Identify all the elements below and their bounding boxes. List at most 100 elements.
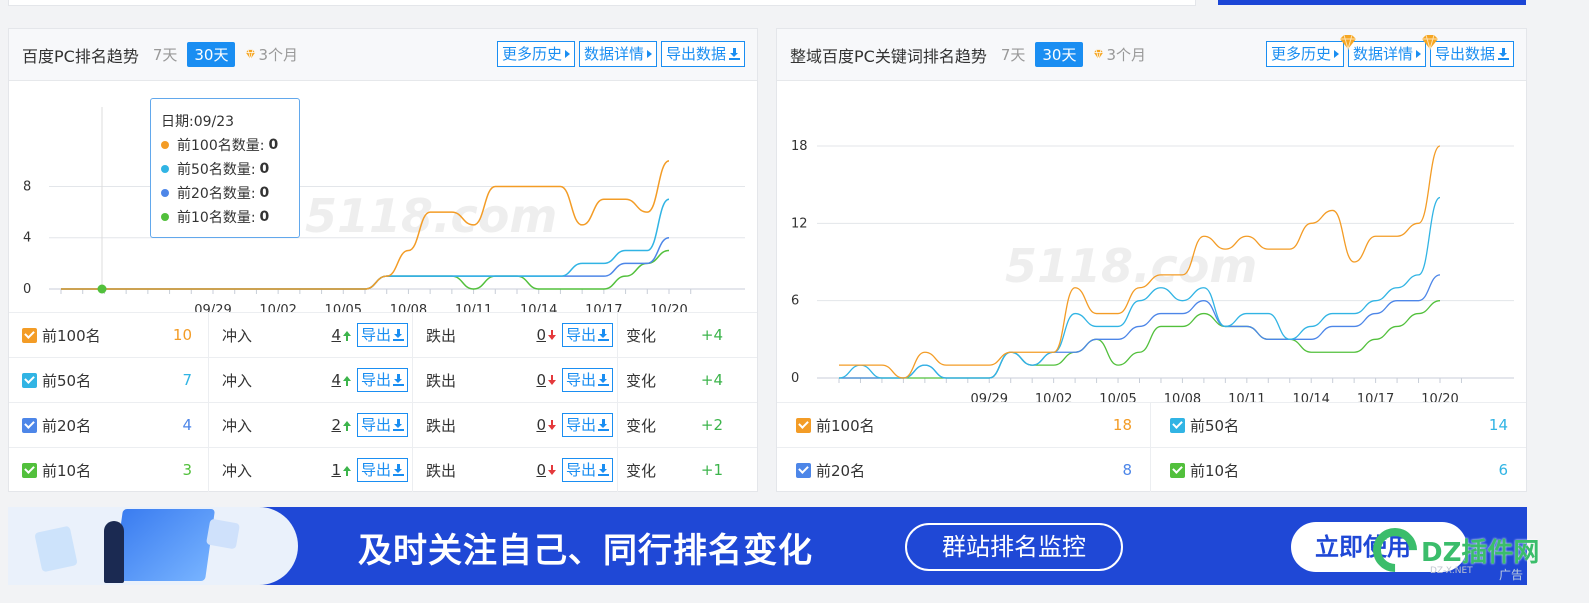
change-value: +2	[700, 416, 723, 434]
in-count-link[interactable]: 1	[331, 461, 341, 479]
in-count-link[interactable]: 4	[331, 371, 341, 389]
arrow-up-icon	[342, 330, 351, 341]
range-7d[interactable]: 7天	[153, 44, 178, 65]
in-label: 冲入	[222, 461, 253, 480]
data-detail-button[interactable]: 数据详情	[1339, 34, 1426, 67]
tooltip-value: 0	[259, 161, 270, 177]
x-tick-label: 10/14	[1292, 392, 1329, 402]
export-in-button[interactable]: 导出	[356, 413, 408, 437]
banner-headline: 及时关注自己、同行排名变化	[358, 531, 813, 571]
checkbox-top100[interactable]	[796, 417, 811, 433]
orange-dot-icon	[161, 141, 169, 149]
checkbox-top10[interactable]	[1170, 462, 1185, 478]
export-label: 导出	[360, 326, 391, 344]
export-label: 导出	[360, 461, 391, 479]
dz-logo-icon	[1363, 518, 1427, 582]
ad-banner[interactable]: 及时关注自己、同行排名变化 群站排名监控 立即使用 广告	[8, 507, 1527, 585]
arrow-up-icon	[342, 465, 351, 476]
chart-tooltip: 日期:09/23 前100名数量: 0 前50名数量: 0 前20名数量: 0 前10…	[150, 98, 300, 238]
export-data-button[interactable]: 导出数据	[660, 41, 745, 67]
out-count-link[interactable]: 0	[536, 326, 546, 344]
banner-deco	[34, 525, 78, 573]
row-label: 前20名	[42, 416, 92, 435]
table-row: 前20名 4 冲入 2 导出 跌出 0 导出 变化 +2	[9, 402, 757, 447]
checkbox-top20[interactable]	[796, 462, 811, 478]
out-count-link[interactable]: 0	[536, 416, 546, 434]
tooltip-row-top100: 前100名数量: 0	[161, 133, 289, 157]
download-icon	[598, 329, 609, 341]
x-tick-label: 10/02	[1035, 392, 1072, 402]
x-tick-label: 10/20	[1421, 392, 1458, 402]
panel-header: 百度PC排名趋势 7天 30天 3个月 更多历史 数据详情 导出数据	[9, 29, 757, 81]
table-row: 前100名 10 冲入 4 导出 跌出 0 导出 变化 +4	[9, 312, 757, 357]
in-label: 冲入	[222, 326, 253, 345]
data-detail-label: 数据详情	[1352, 45, 1413, 63]
tooltip-row-top10: 前10名数量: 0	[161, 205, 289, 229]
x-tick-label: 10/20	[650, 303, 687, 312]
range-30d[interactable]: 30天	[1035, 42, 1084, 67]
checkbox-top20[interactable]	[22, 417, 37, 433]
domain-keyword-rank-trend-panel: 整域百度PC关键词排名趋势 7天 30天 3个月 更多历史 数据详情 导出数据 …	[776, 28, 1527, 492]
range-3m[interactable]: 3个月	[1093, 44, 1146, 65]
out-label: 跌出	[426, 326, 457, 345]
x-tick-label: 10/17	[1357, 392, 1394, 402]
checkbox-top100[interactable]	[22, 327, 37, 343]
row-count: 8	[1122, 461, 1132, 479]
checkbox-top50[interactable]	[22, 372, 37, 388]
more-history-button[interactable]: 更多历史	[1265, 41, 1344, 67]
checkbox-top10[interactable]	[22, 462, 37, 478]
export-label: 导出	[565, 461, 596, 479]
y-tick-label: 0	[791, 371, 799, 386]
x-tick-label: 10/05	[325, 303, 362, 312]
download-icon	[393, 329, 404, 341]
change-value: +4	[700, 326, 723, 344]
export-in-button[interactable]: 导出	[356, 323, 408, 347]
in-label: 冲入	[222, 371, 253, 390]
data-detail-button[interactable]: 数据详情	[578, 41, 657, 67]
checkbox-top50[interactable]	[1170, 417, 1185, 433]
download-icon	[1498, 48, 1509, 60]
row-label: 前100名	[816, 416, 875, 435]
vip-diamond-icon	[1094, 49, 1104, 60]
in-count-link[interactable]: 2	[331, 416, 341, 434]
row-label: 前100名	[42, 326, 101, 345]
x-tick-label: 10/08	[1164, 392, 1201, 402]
range-30d[interactable]: 30天	[187, 42, 236, 67]
panel-title: 百度PC排名趋势	[22, 46, 139, 66]
x-tick-label: 10/17	[585, 303, 622, 312]
range-3m-label: 3个月	[1106, 46, 1147, 64]
banner-illustration	[8, 507, 298, 585]
range-3m[interactable]: 3个月	[245, 44, 298, 65]
export-data-label: 导出数据	[1434, 45, 1495, 63]
out-label: 跌出	[426, 461, 457, 480]
table-row: 前20名 8 前10名 6	[777, 447, 1526, 492]
chart-watermark: 5118.com	[305, 189, 557, 243]
range-7d[interactable]: 7天	[1001, 44, 1026, 65]
top-ad-edge	[1218, 0, 1526, 5]
y-tick-label: 12	[791, 216, 808, 231]
export-out-button[interactable]: 导出	[561, 323, 613, 347]
out-count-link[interactable]: 0	[536, 461, 546, 479]
more-history-button[interactable]: 更多历史	[496, 41, 575, 67]
export-in-button[interactable]: 导出	[356, 368, 408, 392]
hover-point	[97, 284, 107, 294]
row-count: 7	[182, 371, 192, 389]
x-tick-label: 10/11	[455, 303, 492, 312]
export-out-button[interactable]: 导出	[561, 458, 613, 482]
x-tick-label: 10/08	[390, 303, 427, 312]
banner-pill: 群站排名监控	[905, 523, 1123, 571]
export-out-button[interactable]: 导出	[561, 368, 613, 392]
download-icon	[393, 419, 404, 431]
out-count-link[interactable]: 0	[536, 371, 546, 389]
export-data-button[interactable]: 导出数据	[1421, 34, 1514, 67]
export-label: 导出	[565, 371, 596, 389]
arrow-down-icon	[547, 419, 556, 430]
export-out-button[interactable]: 导出	[561, 413, 613, 437]
row-label: 前10名	[42, 461, 92, 480]
in-count-link[interactable]: 4	[331, 326, 341, 344]
row-count: 6	[1498, 461, 1508, 479]
row-count: 3	[182, 461, 192, 479]
data-detail-label: 数据详情	[583, 45, 644, 63]
tooltip-value: 0	[268, 137, 279, 153]
export-in-button[interactable]: 导出	[356, 458, 408, 482]
